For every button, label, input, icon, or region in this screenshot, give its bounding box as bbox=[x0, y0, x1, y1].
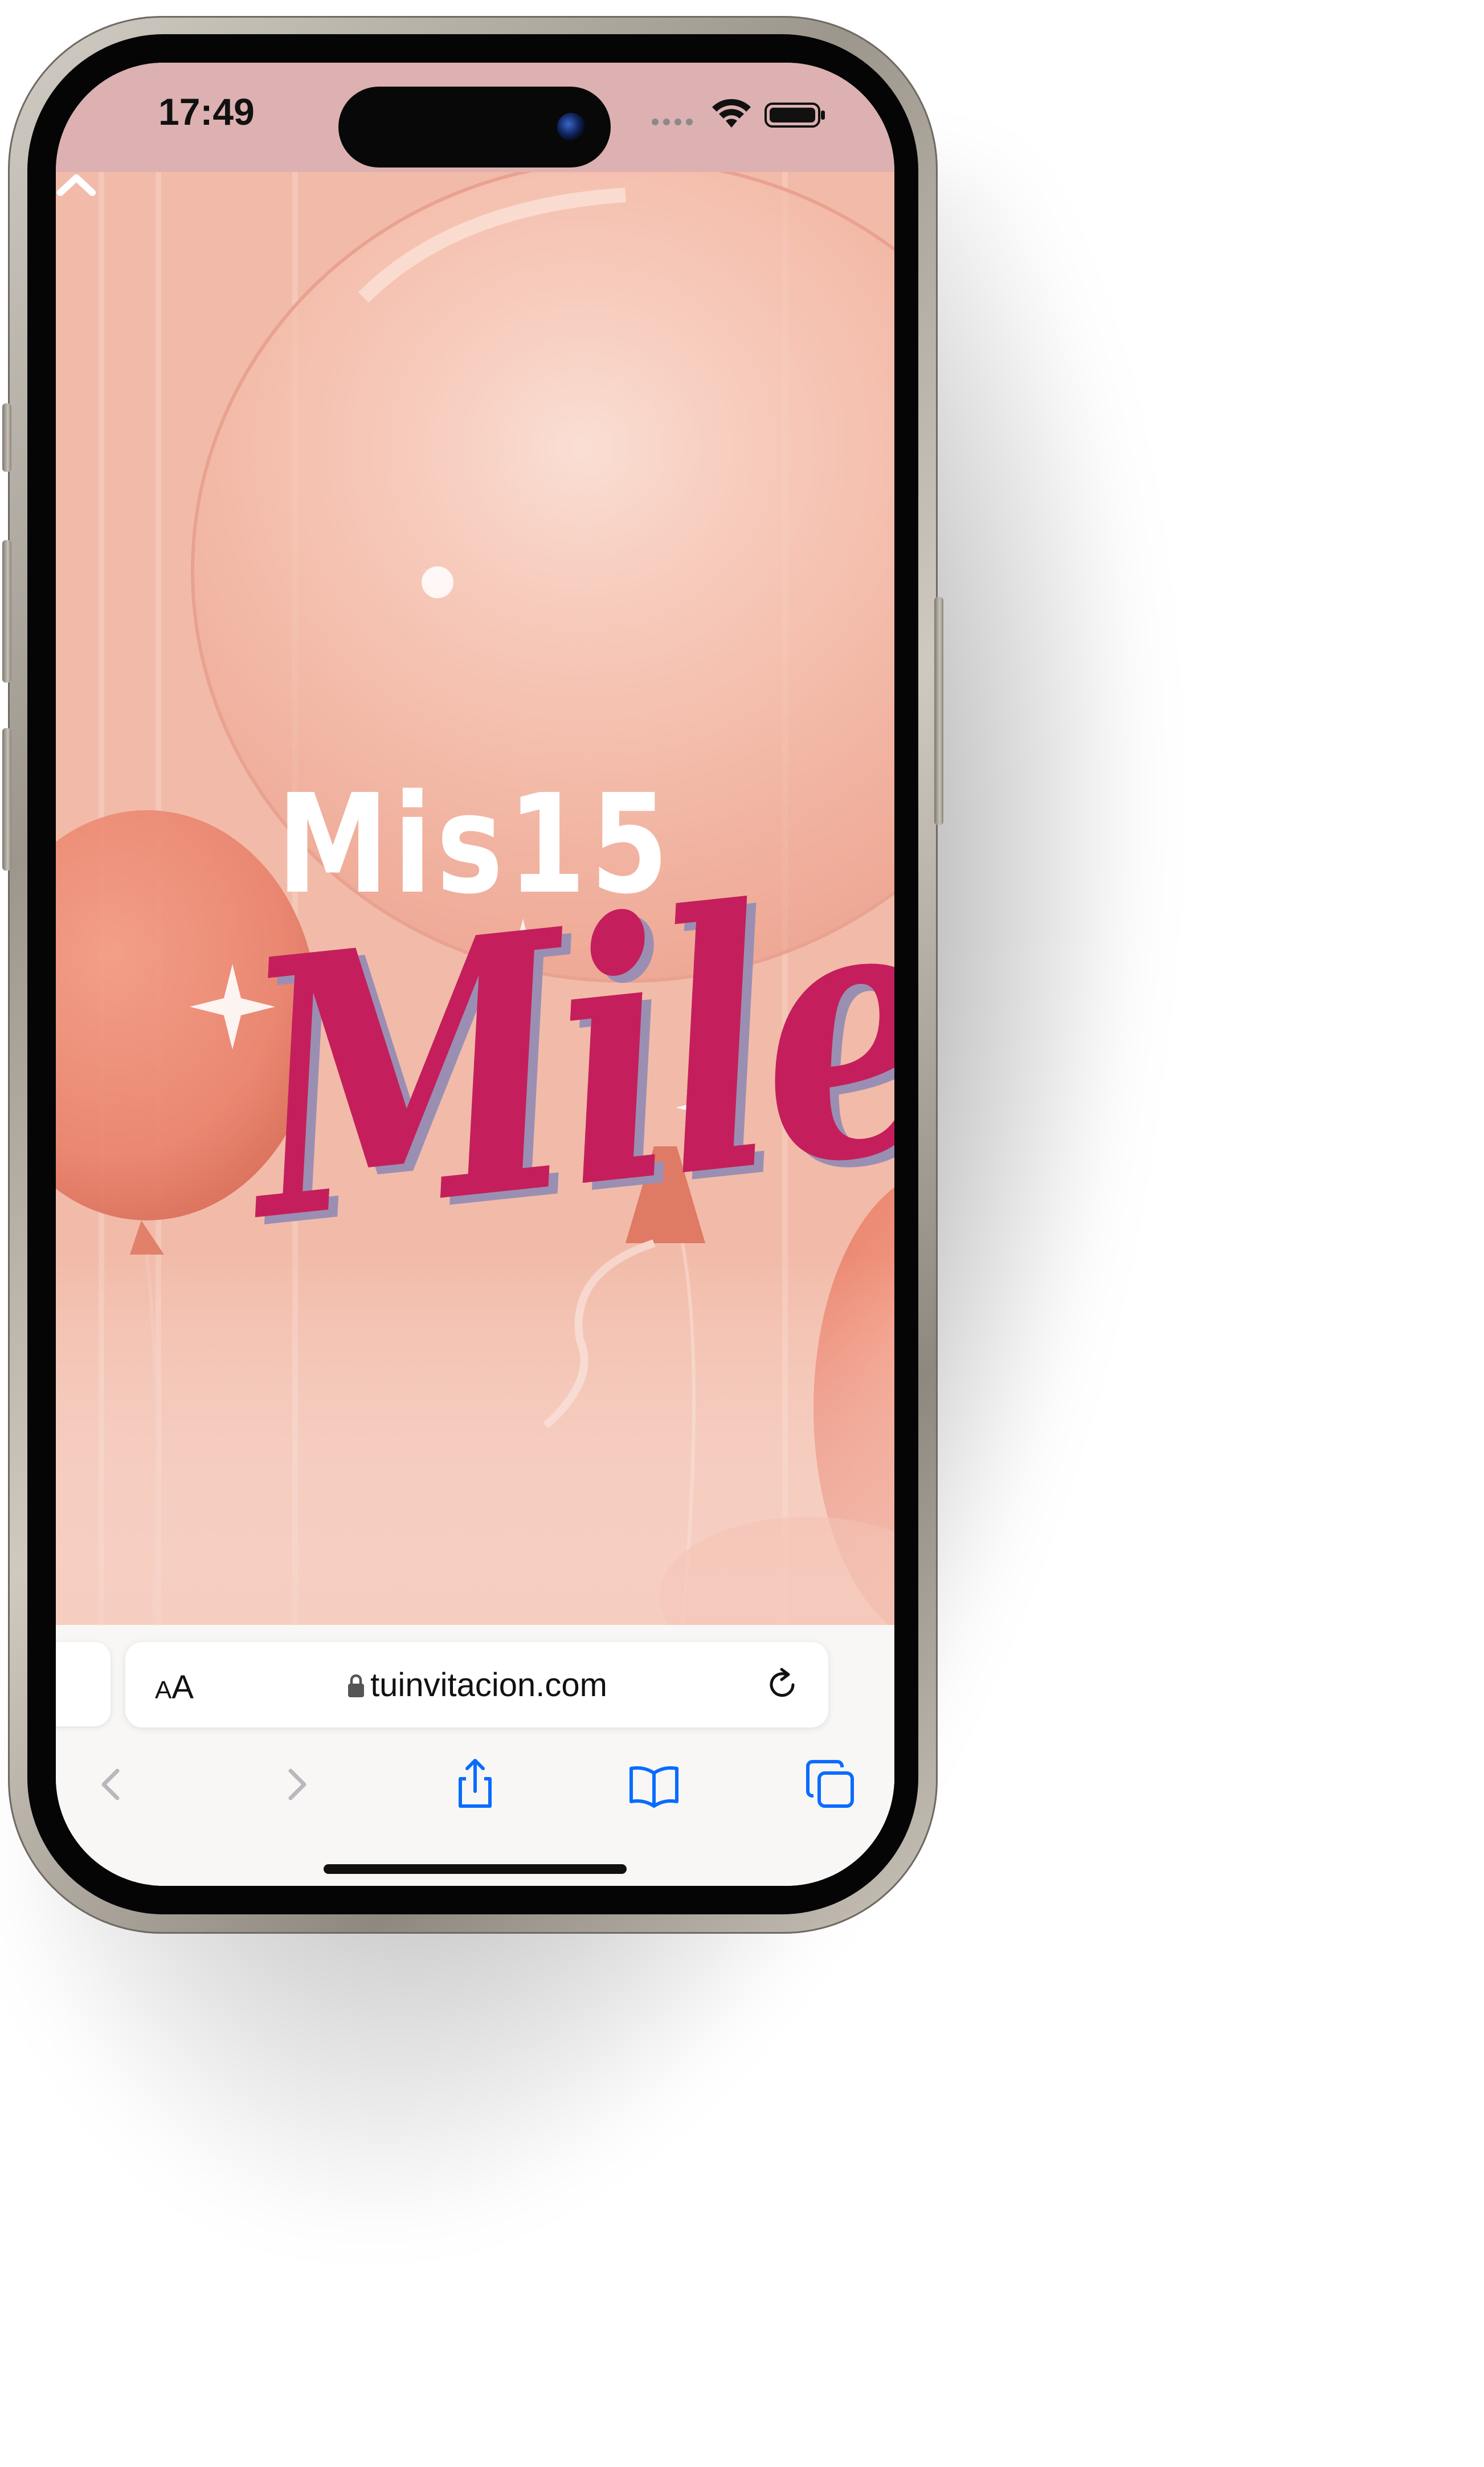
previous-tab-preview[interactable] bbox=[56, 1642, 111, 1726]
phone-screen: 17:49 Mis15 Mile AA tuinvitacion.com bbox=[56, 63, 894, 1886]
home-indicator[interactable] bbox=[324, 1864, 627, 1874]
back-button[interactable] bbox=[84, 1756, 141, 1813]
signal-icon bbox=[652, 119, 693, 125]
hero-name: Mile bbox=[228, 815, 894, 1300]
browser-toolbar bbox=[56, 1756, 894, 1819]
url-text: tuinvitacion.com bbox=[370, 1667, 607, 1704]
reload-icon[interactable] bbox=[765, 1667, 800, 1702]
chevron-left-icon bbox=[101, 1768, 120, 1800]
dynamic-island bbox=[338, 87, 611, 168]
book-icon bbox=[629, 1766, 678, 1808]
hero-section[interactable]: Mis15 Mile bbox=[56, 172, 894, 1625]
url-display[interactable]: tuinvitacion.com bbox=[125, 1666, 828, 1704]
share-icon bbox=[459, 1759, 492, 1808]
share-button[interactable] bbox=[447, 1756, 504, 1813]
chevron-up-icon[interactable] bbox=[56, 172, 97, 197]
forward-button[interactable] bbox=[267, 1756, 324, 1813]
wifi-icon bbox=[712, 99, 751, 128]
safari-bottom-bar: AA tuinvitacion.com bbox=[56, 1625, 894, 1886]
bookmarks-button[interactable] bbox=[626, 1756, 682, 1813]
action-button bbox=[2, 403, 11, 472]
front-camera bbox=[557, 113, 586, 141]
power-button bbox=[934, 597, 943, 825]
status-icons bbox=[651, 97, 827, 131]
address-bar[interactable]: AA tuinvitacion.com bbox=[125, 1642, 828, 1727]
volume-up-button bbox=[2, 540, 11, 683]
lock-icon bbox=[348, 1674, 365, 1697]
tabs-button[interactable] bbox=[802, 1756, 859, 1813]
mockup-stage: 17:49 Mis15 Mile AA tuinvitacion.com bbox=[0, 0, 1484, 2467]
battery-icon bbox=[765, 103, 825, 128]
status-bar: 17:49 bbox=[56, 63, 894, 172]
chevron-right-icon bbox=[288, 1768, 306, 1800]
status-time: 17:49 bbox=[158, 91, 255, 133]
volume-down-button bbox=[2, 728, 11, 871]
tabs-icon bbox=[806, 1760, 854, 1808]
